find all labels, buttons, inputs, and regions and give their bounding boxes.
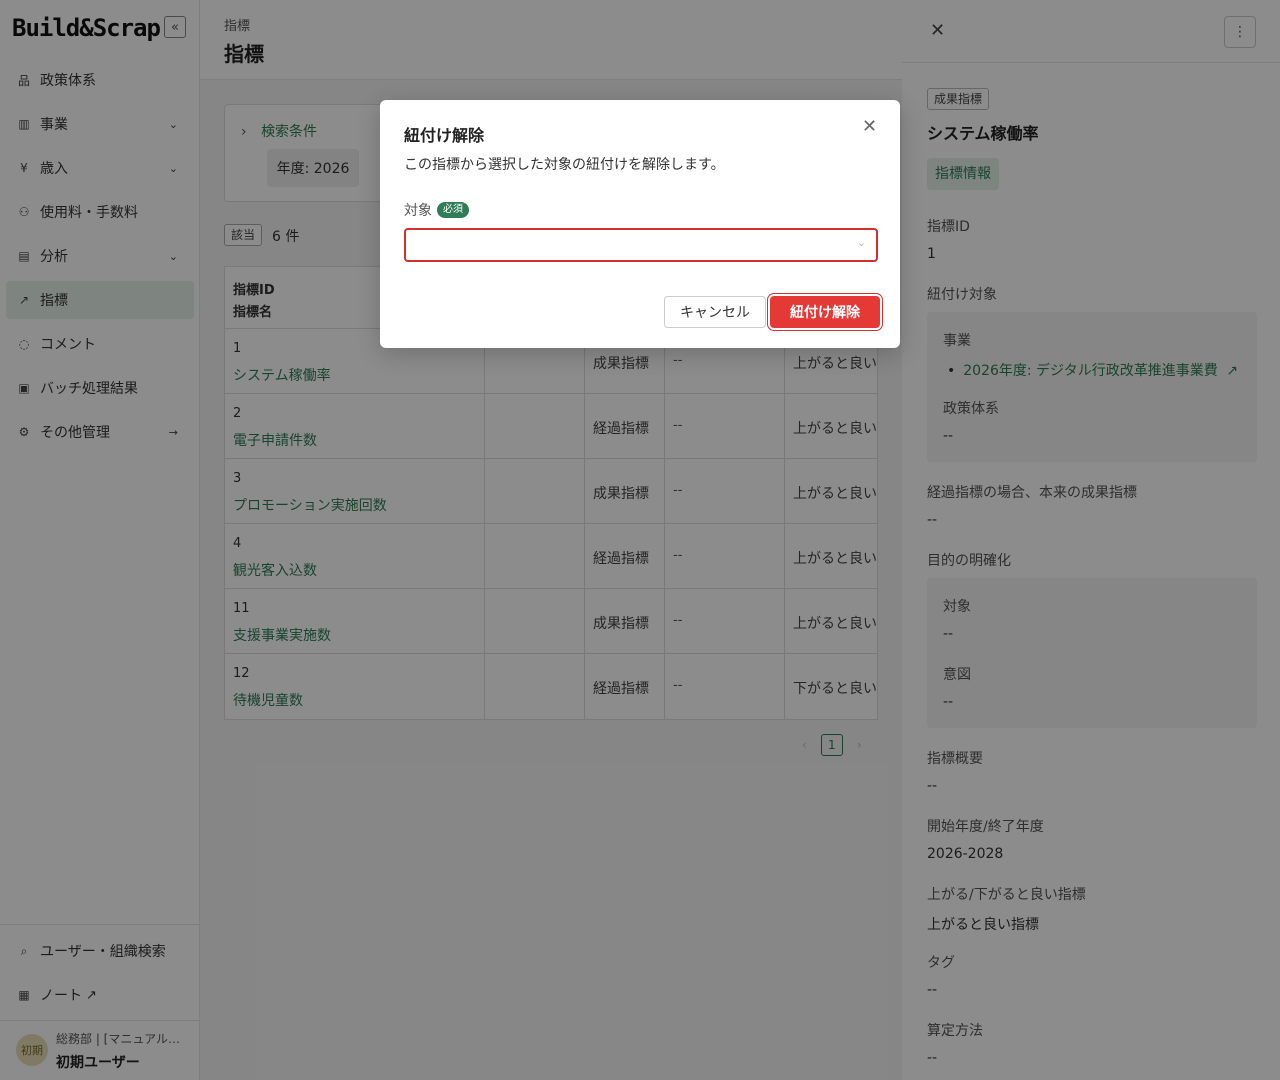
chevron-down-icon: ⌄ — [856, 236, 866, 249]
target-select[interactable]: ⌄ — [404, 228, 878, 262]
cancel-button[interactable]: キャンセル — [664, 296, 766, 328]
dialog-title: 紐付け解除 — [404, 126, 485, 145]
dialog-description: この指標から選択した対象の紐付けを解除します。 — [404, 157, 725, 173]
unlink-confirm-button[interactable]: 紐付け解除 — [770, 296, 880, 328]
unlink-dialog: 紐付け解除 ✕ この指標から選択した対象の紐付けを解除します。 対象 必須 ⌄ … — [380, 100, 900, 348]
close-icon[interactable]: ✕ — [862, 116, 877, 137]
target-field-label: 対象 — [404, 203, 432, 219]
required-badge: 必須 — [437, 202, 469, 218]
